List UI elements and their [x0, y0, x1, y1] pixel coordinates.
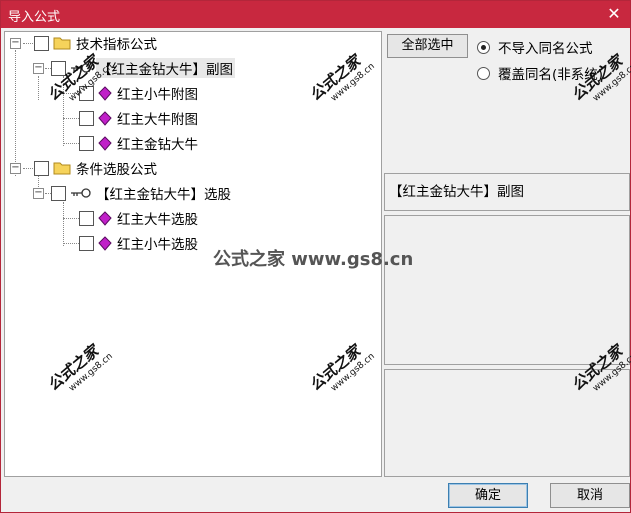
key-icon	[71, 188, 91, 198]
tree-leaf-label: 红主小牛选股	[117, 237, 198, 253]
tree-node-tech-indicators[interactable]: − 技术指标公式	[10, 32, 157, 54]
radio-label: 覆盖同名(非系统)	[498, 67, 604, 83]
selected-formula-name: 【红主金钻大牛】副图	[389, 184, 524, 200]
detail-panel[interactable]	[384, 369, 630, 477]
key-icon	[71, 63, 91, 73]
checkbox[interactable]	[51, 60, 66, 76]
tree-node-label: 【红主金钻大牛】副图	[96, 58, 235, 78]
tree-node-label: 【红主金钻大牛】选股	[96, 187, 231, 203]
checkbox[interactable]	[79, 210, 94, 226]
radio-overwrite[interactable]: 覆盖同名(非系统)	[477, 63, 603, 83]
checkbox[interactable]	[34, 160, 49, 176]
tree-node-sub-chart-group[interactable]: − 【红主金钻大牛】副图	[33, 57, 235, 79]
checkbox[interactable]	[79, 235, 94, 251]
collapse-icon[interactable]: −	[10, 37, 21, 49]
gem-icon	[98, 210, 112, 226]
select-all-button[interactable]: 全部选中	[387, 34, 468, 58]
tree-leaf[interactable]: 红主金钻大牛	[79, 132, 198, 154]
radio-button[interactable]	[477, 40, 490, 54]
checkbox[interactable]	[34, 35, 49, 51]
tree-leaf-label: 红主大牛选股	[117, 212, 198, 228]
folder-icon	[53, 37, 71, 50]
radio-label: 不导入同名公式	[498, 41, 593, 57]
gem-icon	[98, 85, 112, 101]
radio-skip-duplicates[interactable]: 不导入同名公式	[477, 37, 593, 57]
checkbox[interactable]	[79, 85, 94, 101]
checkbox[interactable]	[51, 185, 66, 201]
tree-leaf-label: 红主小牛附图	[117, 87, 198, 103]
title-bar: 导入公式 ✕	[1, 1, 630, 28]
window-title: 导入公式	[8, 10, 61, 25]
tree-node-selection-group[interactable]: − 【红主金钻大牛】选股	[33, 182, 231, 204]
close-icon[interactable]: ✕	[604, 4, 624, 24]
gem-icon	[98, 110, 112, 126]
import-formula-dialog: 导入公式 ✕ − 技术指标公式 − 【红主金钻大牛】副图 红主小牛附图 红主大牛…	[0, 0, 631, 513]
cancel-button[interactable]: 取消	[550, 483, 630, 508]
radio-button[interactable]	[477, 66, 490, 80]
collapse-icon[interactable]: −	[10, 162, 21, 174]
tree-leaf-label: 红主大牛附图	[117, 112, 198, 128]
tree-node-label: 条件选股公式	[76, 162, 157, 178]
collapse-icon[interactable]: −	[33, 187, 44, 199]
selected-formula-panel: 【红主金钻大牛】副图	[384, 173, 630, 211]
checkbox[interactable]	[79, 135, 94, 151]
tree-leaf[interactable]: 红主小牛选股	[79, 232, 198, 254]
ok-button[interactable]: 确定	[448, 483, 528, 508]
tree-leaf[interactable]: 红主小牛附图	[79, 82, 198, 104]
gem-icon	[98, 235, 112, 251]
tree-leaf[interactable]: 红主大牛附图	[79, 107, 198, 129]
collapse-icon[interactable]: −	[33, 62, 44, 74]
folder-icon	[53, 162, 71, 175]
gem-icon	[98, 135, 112, 151]
tree-node-stock-selection[interactable]: − 条件选股公式	[10, 157, 157, 179]
tree-node-label: 技术指标公式	[76, 37, 157, 53]
description-panel[interactable]	[384, 215, 630, 365]
checkbox[interactable]	[79, 110, 94, 126]
tree-leaf-label: 红主金钻大牛	[117, 137, 198, 153]
tree-leaf[interactable]: 红主大牛选股	[79, 207, 198, 229]
formula-tree[interactable]: − 技术指标公式 − 【红主金钻大牛】副图 红主小牛附图 红主大牛附图 红主金钻…	[4, 31, 382, 477]
